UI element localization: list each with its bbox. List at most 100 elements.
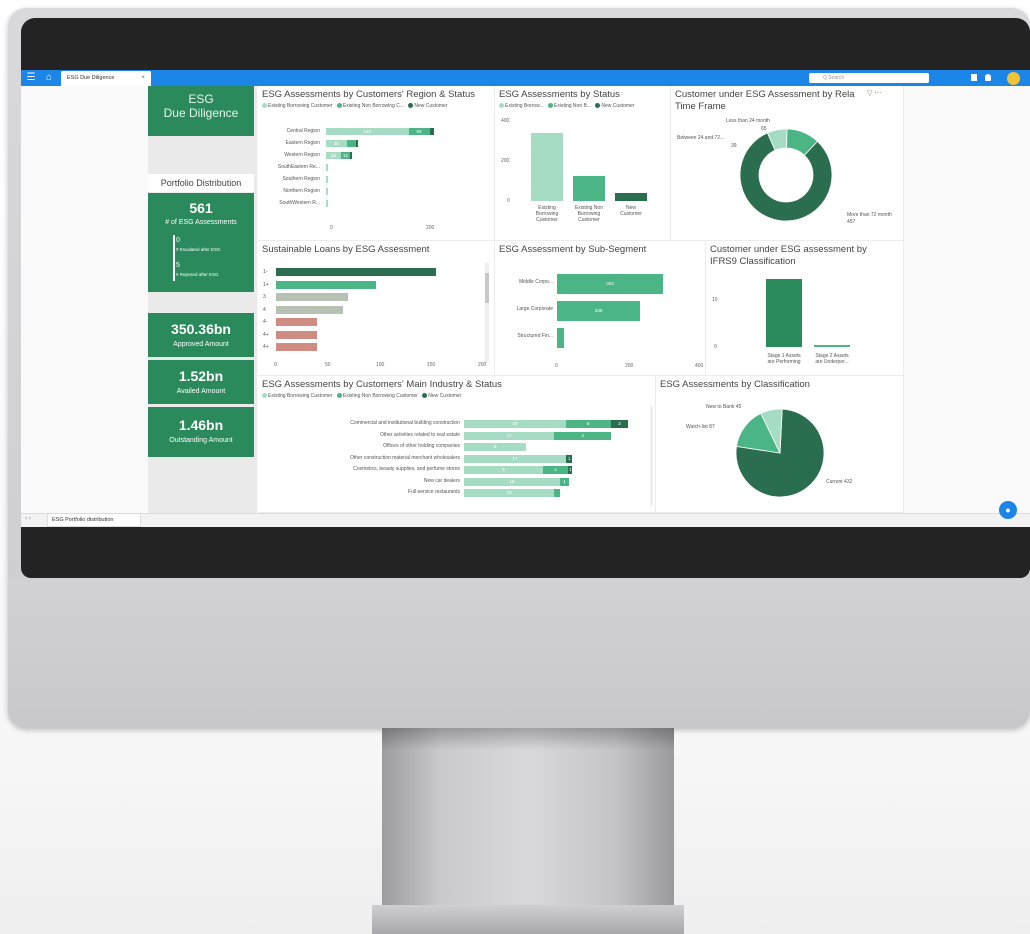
bell-icon[interactable] bbox=[985, 74, 991, 81]
chevron-left-icon[interactable]: ‹ › bbox=[25, 516, 31, 522]
bar-segment: 12 bbox=[341, 152, 350, 159]
axis-tick: 200 bbox=[501, 158, 510, 164]
axis-tick: 0 bbox=[507, 198, 510, 204]
ifrs-bar bbox=[766, 279, 802, 347]
legend-swatch bbox=[262, 103, 267, 109]
bar-segment: 4 bbox=[543, 466, 568, 474]
assessments-count: 561 bbox=[189, 200, 213, 216]
legend-item: Existing Non Borrowing Customer bbox=[342, 393, 418, 399]
screen: ☰ ⌂ ESG Due Diligence × Q Search ESG Due… bbox=[21, 70, 1030, 527]
axis-tick: 0 bbox=[274, 362, 277, 368]
search-input[interactable]: Q Search bbox=[809, 73, 929, 83]
status-bar bbox=[573, 176, 605, 201]
portfolio-distribution-label: Portfolio Distribution bbox=[148, 174, 254, 192]
close-icon[interactable]: × bbox=[141, 71, 145, 86]
axis-tick: 400 bbox=[695, 363, 704, 369]
legend-swatch bbox=[595, 103, 601, 109]
category-label: SouthWestern R... bbox=[279, 200, 320, 206]
chart-title: Sustainable Loans by ESG Assessment bbox=[262, 244, 430, 255]
loan-bar bbox=[276, 305, 343, 314]
sub-segment-bar bbox=[557, 328, 564, 348]
stand-shadow bbox=[382, 728, 674, 750]
category-label: 3 bbox=[263, 294, 266, 300]
legend-swatch bbox=[408, 103, 414, 109]
tab-label: ESG Due Diligence bbox=[67, 75, 115, 81]
chat-assistant-button[interactable]: ● bbox=[999, 501, 1017, 519]
tab-esg-portfolio-distribution[interactable]: ESG Portfolio distribution bbox=[47, 514, 141, 527]
chart-title: ESG Assessments by Classification bbox=[660, 379, 810, 390]
legend-item: New Customer bbox=[414, 103, 448, 109]
axis-tick: 400 bbox=[501, 118, 510, 124]
category-label: Cosmetics, beauty supplies, and perfume … bbox=[353, 466, 460, 472]
chart-subtitle: IFRS9 Classification bbox=[710, 256, 796, 267]
donut-chart bbox=[739, 128, 833, 222]
dashboard-content: ESG Due Diligence Portfolio Distribution… bbox=[21, 86, 1030, 513]
bar-segment: 4 bbox=[554, 431, 611, 440]
bar-segment bbox=[429, 128, 434, 135]
category-label: 4+ bbox=[263, 344, 269, 350]
category-label: 4- bbox=[263, 319, 268, 325]
category-label: Full-service restaurants bbox=[408, 489, 460, 495]
category-label: Middle Corpo... bbox=[519, 279, 553, 285]
bar-segment: 22 bbox=[326, 152, 341, 159]
escalated-label: # Escalated after ESG bbox=[176, 247, 221, 252]
chart-legend: Existing Borrowing Customer Existing Non… bbox=[262, 103, 447, 109]
chart-title: Customer under ESG Assessment by Rela bbox=[675, 89, 855, 100]
axis-tick: 50 bbox=[325, 362, 331, 368]
category-label: SouthEastern Re... bbox=[277, 164, 320, 170]
chart-title: ESG Assessments by Status bbox=[499, 89, 620, 100]
category-label: Commercial and institutional building co… bbox=[350, 420, 460, 426]
category-label: Customer bbox=[620, 211, 642, 217]
avatar[interactable] bbox=[1007, 72, 1020, 85]
category-label: are Underper... bbox=[815, 359, 849, 365]
chart-legend: Existing Borrow... Existing Non B... New… bbox=[499, 103, 634, 109]
approved-value: 350.36bn bbox=[171, 321, 231, 337]
region-status-chart: ESG Assessments by Customers' Region & S… bbox=[258, 86, 495, 241]
monitor-base bbox=[372, 905, 684, 934]
home-icon[interactable]: ⌂ bbox=[43, 72, 55, 84]
category-label: Other activities related to real estate bbox=[379, 431, 460, 438]
menu-icon[interactable]: ☰ bbox=[25, 72, 37, 84]
tab-esg-due-diligence[interactable]: ESG Due Diligence × bbox=[61, 71, 151, 86]
bar-segment: 29 bbox=[464, 420, 566, 428]
bar-segment: 1 bbox=[565, 454, 573, 463]
legend-item: Existing Borrowing Customer bbox=[268, 103, 333, 109]
bar-segment: 16 bbox=[464, 489, 555, 497]
category-label: Central Region bbox=[286, 128, 320, 134]
top-bar: ☰ ⌂ ESG Due Diligence × Q Search bbox=[21, 70, 1030, 86]
escalated-value: 0 bbox=[176, 237, 180, 244]
category-label: Customer bbox=[578, 217, 600, 223]
outstanding-card: 1.46bn Outstanding Amount bbox=[148, 407, 254, 457]
bar-segment: 1 bbox=[567, 466, 573, 474]
chart-title: ESG Assessments by Customers' Main Indus… bbox=[262, 379, 502, 390]
chart-title: ESG Assessments by Customers' Region & S… bbox=[262, 89, 476, 100]
status-bar bbox=[531, 133, 563, 201]
bar-segment bbox=[554, 489, 561, 497]
filter-icon[interactable]: ▽ ⋯ bbox=[867, 89, 881, 97]
category-label: 4+ bbox=[263, 331, 269, 338]
bookmark-icon[interactable] bbox=[971, 74, 977, 81]
scrollbar[interactable] bbox=[485, 263, 489, 363]
legend-item: New Customer bbox=[601, 103, 635, 109]
tab-label: ESG Portfolio distribution bbox=[52, 517, 114, 523]
loan-bar bbox=[276, 318, 318, 326]
category-label: Northern Region bbox=[283, 188, 320, 194]
bar-segment: 5 bbox=[464, 466, 544, 474]
ifrs9-chart: Customer under ESG assessment by IFRS9 C… bbox=[706, 241, 904, 376]
monitor-chin bbox=[8, 578, 1030, 728]
bar-segment: 3 bbox=[610, 420, 628, 428]
bar-segment bbox=[356, 140, 358, 147]
axis-tick: 0 bbox=[330, 225, 333, 231]
industry-status-chart: ESG Assessments by Customers' Main Indus… bbox=[258, 376, 656, 513]
axis-tick: 100 bbox=[376, 362, 385, 368]
slice-label: Less than 24 month bbox=[726, 118, 770, 124]
scrollbar-thumb[interactable] bbox=[485, 273, 489, 303]
outstanding-value: 1.46bn bbox=[178, 417, 224, 433]
bottom-tab-bar: ‹ › ESG Portfolio distribution bbox=[21, 513, 1030, 527]
status-bar bbox=[615, 192, 647, 201]
bar-segment: 93 bbox=[408, 128, 430, 135]
chart-subtitle: Time Frame bbox=[675, 101, 726, 112]
sub-segment-bar: 303 bbox=[557, 274, 664, 294]
scrollbar[interactable] bbox=[650, 406, 653, 506]
legend-swatch bbox=[336, 393, 342, 399]
